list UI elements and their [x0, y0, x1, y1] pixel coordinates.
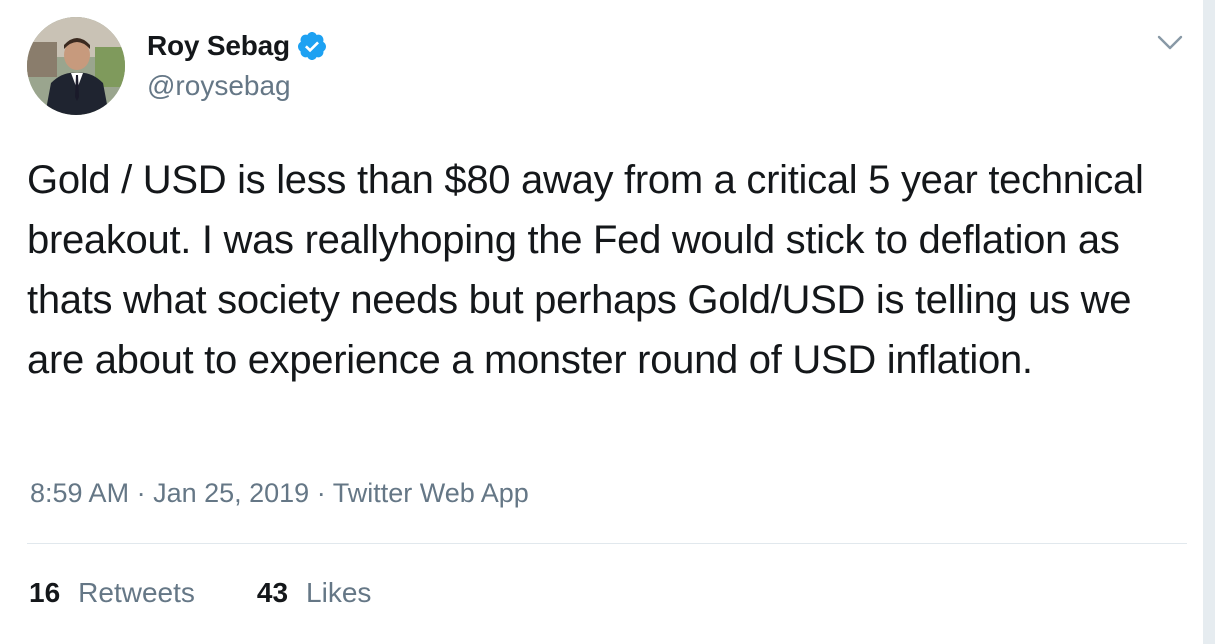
author-display-name[interactable]: Roy Sebag	[147, 30, 290, 62]
retweets-count: 16	[29, 577, 61, 608]
scroll-edge	[1203, 0, 1215, 644]
author-handle[interactable]: @roysebag	[147, 70, 291, 102]
likes-count: 43	[256, 577, 289, 608]
tweet-stats: 16 Retweets 43 Likes	[29, 577, 371, 609]
tweet-source[interactable]: Twitter Web App	[333, 478, 529, 508]
meta-separator: ·	[309, 478, 333, 508]
verified-badge-icon	[297, 32, 326, 60]
tweet-time[interactable]: 8:59 AM	[30, 478, 129, 508]
tweet-text: Gold / USD is less than $80 away from a …	[27, 158, 1144, 382]
tweet-card: Roy Sebag @roysebag Gold / USD is less t…	[0, 0, 1215, 644]
likes-label: Likes	[306, 577, 372, 608]
likes-stat[interactable]: 43 Likes	[257, 577, 372, 609]
tweet-date[interactable]: Jan 25, 2019	[153, 478, 309, 508]
tweet-meta: 8:59 AM · Jan 25, 2019 · Twitter Web App	[30, 478, 529, 509]
retweets-label: Retweets	[78, 577, 195, 608]
divider	[27, 543, 1187, 544]
chevron-down-icon[interactable]	[1157, 34, 1183, 52]
retweets-stat[interactable]: 16 Retweets	[29, 577, 195, 609]
avatar-photo	[27, 17, 125, 115]
author-name-row[interactable]: Roy Sebag	[147, 30, 328, 62]
meta-separator: ·	[129, 478, 154, 508]
avatar[interactable]	[27, 17, 125, 115]
